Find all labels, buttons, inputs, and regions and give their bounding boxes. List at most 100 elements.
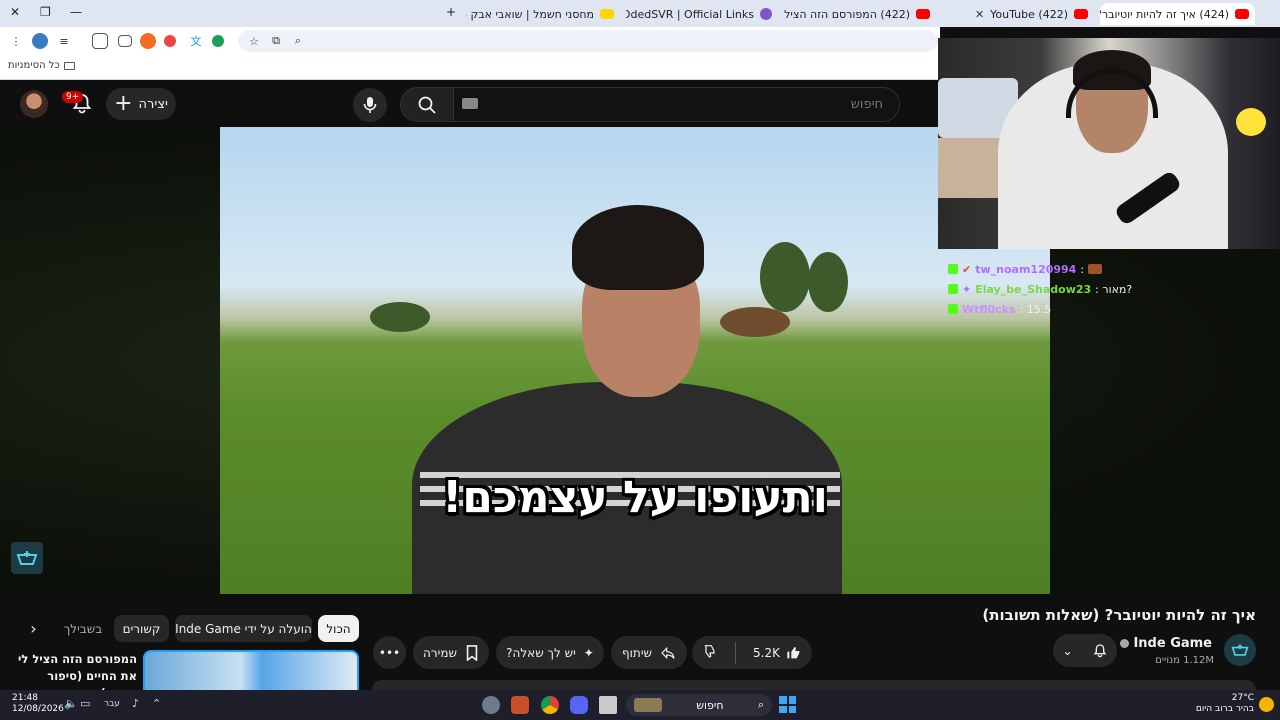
- all-bookmarks-button[interactable]: כל הסימניות: [8, 60, 75, 71]
- browser-tab[interactable]: OdedSVR | Official Links ✕: [626, 3, 778, 25]
- network-icon[interactable]: ▭: [80, 697, 90, 710]
- account-avatar[interactable]: [20, 90, 48, 118]
- site-favicon-icon: [760, 8, 772, 20]
- browser-toolbar: ⋮ ≡ 文 ☆ ⧉ ⌕: [0, 27, 940, 55]
- dislike-button[interactable]: [702, 643, 718, 662]
- extension-red-icon[interactable]: [164, 35, 176, 47]
- thumbs-up-icon: [787, 646, 800, 658]
- tab-title: (424) איך זה להיות יוטיובר? (שא: [1100, 7, 1229, 21]
- share-button[interactable]: שיתוף: [611, 636, 687, 669]
- tab-title: מחסני חשמל | שואבי אבק - מחי: [466, 7, 594, 21]
- app-icon[interactable]: [511, 696, 529, 714]
- chip-label: הכול: [326, 621, 351, 636]
- extensions-icon[interactable]: [92, 33, 108, 49]
- dirt-mound: [720, 307, 790, 337]
- address-bar[interactable]: ☆ ⧉ ⌕: [238, 30, 938, 52]
- clock-time: 21:48: [12, 693, 38, 703]
- tab-title: (422) YouTube: [990, 7, 1068, 21]
- restore-window-icon[interactable]: ❐: [40, 5, 51, 19]
- subscribed-notifications-button[interactable]: ⌄: [1053, 634, 1117, 667]
- chrome-icon[interactable]: [541, 696, 559, 714]
- channel-watermark[interactable]: [11, 542, 43, 574]
- chip-from-channel[interactable]: הועלה על ידי Inde Game: [175, 615, 312, 642]
- language-indicator[interactable]: עבר: [104, 699, 120, 709]
- search-input[interactable]: [453, 87, 900, 122]
- chip-label: בשבילך: [63, 621, 103, 636]
- close-tab-icon[interactable]: ✕: [975, 8, 984, 21]
- start-tile: [788, 705, 796, 713]
- taskbar-search-label: חיפוש: [696, 698, 724, 712]
- minimize-window-icon[interactable]: —: [70, 5, 82, 19]
- bookmark-star-icon[interactable]: ☆: [246, 33, 262, 49]
- video-player[interactable]: ותעופו על עצמכם!: [220, 127, 1050, 594]
- keyboard-icon[interactable]: [462, 98, 478, 109]
- tab-title: (422) המפורסם הזה הציל לי את: [784, 7, 910, 21]
- cast-icon[interactable]: [118, 35, 132, 47]
- system-clock[interactable]: 21:48 12/08/2026: [12, 693, 64, 715]
- tray-overflow-chevron-icon[interactable]: ⌃: [152, 697, 161, 710]
- kick-badge-icon: [948, 284, 958, 294]
- bookmarks-bar: כל הסימניות: [0, 55, 940, 80]
- video-subtitle: ותעופו על עצמכם!: [442, 472, 828, 523]
- notifications-badge: 9+: [62, 91, 84, 103]
- channel-name-link[interactable]: Inde Game: [1120, 636, 1212, 651]
- create-button[interactable]: יצירה +: [106, 88, 176, 120]
- translate-icon[interactable]: 文: [188, 33, 204, 49]
- chips-next-arrow-icon[interactable]: ›: [20, 615, 47, 642]
- more-horizontal-icon: •••: [378, 645, 401, 660]
- taskbar-search-box[interactable]: ⌕ חיפוש: [626, 694, 772, 716]
- ask-label: יש לך שאלה?: [506, 645, 576, 660]
- chip-label: קשורים: [122, 621, 161, 636]
- subscriber-count: 1.12M מנויים: [1155, 655, 1214, 666]
- channel-avatar[interactable]: [1224, 634, 1256, 666]
- sparkle-icon: ✦: [583, 645, 594, 660]
- close-window-icon[interactable]: ✕: [10, 5, 20, 19]
- more-actions-button[interactable]: •••: [373, 636, 406, 669]
- badge-sub-icon: ✦: [962, 282, 972, 296]
- browser-tab[interactable]: (422) המפורסם הזה הציל לי את ✕: [784, 3, 936, 25]
- chip-related[interactable]: קשורים: [114, 615, 169, 642]
- store-favicon-icon: [600, 9, 614, 19]
- chip-for-you[interactable]: בשבילך: [58, 615, 108, 642]
- menu-kebab-icon[interactable]: ⋮: [8, 33, 24, 49]
- chat-username: tw_noam120994: [975, 262, 1077, 276]
- video-title: איך זה להיות יוטיובר? (שאלות תשובות): [982, 606, 1256, 624]
- browser-tab[interactable]: (422) YouTube ✕: [942, 3, 1094, 25]
- volume-icon[interactable]: 🔈: [64, 697, 78, 710]
- all-bookmarks-label: כל הסימניות: [8, 60, 60, 71]
- reading-list-icon[interactable]: ≡: [56, 33, 72, 49]
- search-button[interactable]: [400, 87, 454, 122]
- youtube-favicon-icon: [916, 9, 930, 19]
- recommended-video-thumbnail[interactable]: [143, 650, 359, 690]
- extension-orange-icon[interactable]: [140, 33, 156, 49]
- new-tab-plus-icon[interactable]: +: [446, 5, 456, 19]
- clock-date: 12/08/2026: [12, 704, 64, 714]
- share-label: שיתוף: [621, 645, 653, 660]
- sun-icon: [1259, 697, 1274, 712]
- like-count: 5.2K: [753, 645, 780, 660]
- like-divider: [735, 641, 737, 664]
- chip-all[interactable]: הכול: [318, 615, 359, 642]
- inde-game-logo-icon: [16, 551, 38, 565]
- settings-gear-icon[interactable]: [482, 696, 500, 714]
- install-app-icon[interactable]: ⧉: [268, 33, 284, 49]
- like-button[interactable]: 5.2K: [753, 645, 802, 661]
- discord-icon[interactable]: [570, 696, 588, 714]
- voice-search-button[interactable]: [353, 88, 387, 122]
- youtube-favicon-icon: [1235, 9, 1249, 19]
- browser-tab[interactable]: (424) איך זה להיות יוטיובר? (שא ✕: [1100, 3, 1255, 25]
- share-arrow-icon: [661, 646, 675, 659]
- video-person-hair: [572, 205, 704, 290]
- profile-icon[interactable]: [32, 33, 48, 49]
- microphone-tray-icon[interactable]: ♪: [132, 697, 139, 710]
- save-button[interactable]: שמירה: [413, 636, 489, 669]
- browser-tab[interactable]: מחסני חשמל | שואבי אבק - מחי ✕: [466, 3, 620, 25]
- extension-green-icon[interactable]: [212, 35, 224, 47]
- file-explorer-icon[interactable]: [599, 696, 617, 714]
- badge-check-icon: ✔: [962, 262, 972, 276]
- ask-button[interactable]: ✦ יש לך שאלה?: [496, 636, 604, 669]
- kick-badge-icon: [948, 304, 958, 314]
- windows-start-icon[interactable]: [779, 696, 796, 713]
- weather-widget[interactable]: 27°C בהיר ברוב היום: [1196, 693, 1254, 715]
- zoom-icon[interactable]: ⌕: [290, 33, 306, 49]
